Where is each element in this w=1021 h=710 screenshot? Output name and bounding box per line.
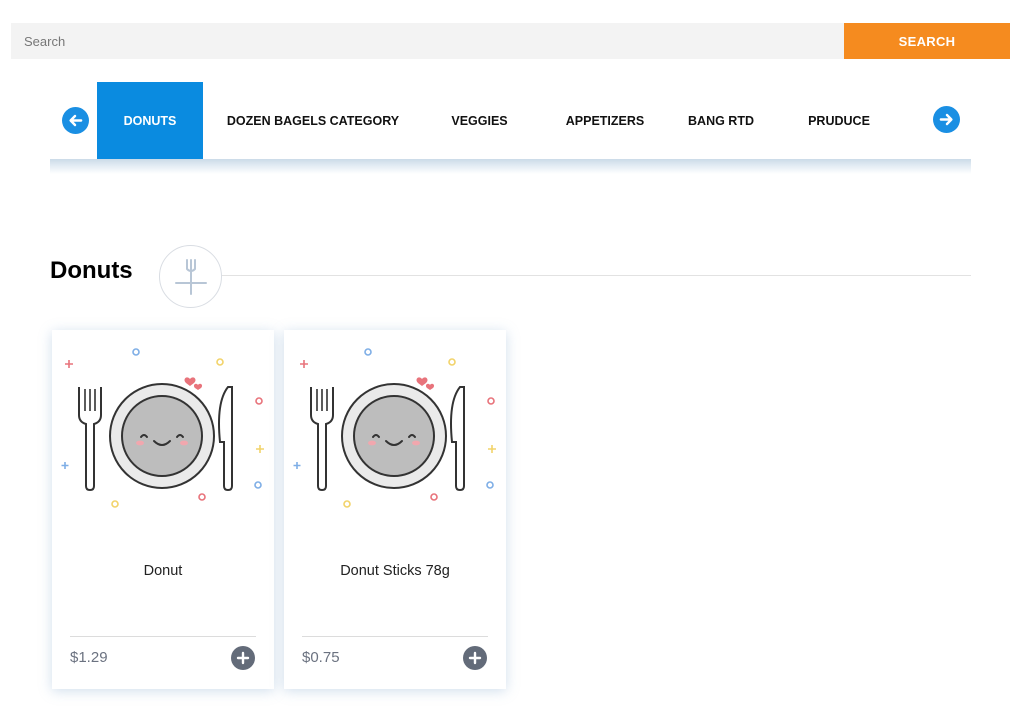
tab-veggies[interactable]: VEGGIES [442,82,517,159]
plate-placeholder-icon [284,342,506,522]
category-nav: DONUTS DOZEN BAGELS CATEGORY VEGGIES APP… [50,82,971,159]
tab-bang-rtd[interactable]: BANG RTD [681,82,761,159]
plate-placeholder-icon [52,342,274,522]
plus-icon[interactable] [463,646,487,670]
arrow-right-icon[interactable] [933,106,960,133]
product-price: $0.75 [302,649,340,666]
section-title: Donuts [50,257,133,284]
arrow-left-icon[interactable] [62,107,89,134]
product-name: Donut Sticks 78g [340,563,450,579]
card-divider [70,636,256,637]
category-nav-shadow [50,159,971,174]
product-name: Donut [143,563,183,579]
section-divider [220,275,971,276]
tab-pruduce[interactable]: PRUDUCE [800,82,878,159]
product-price: $1.29 [70,649,108,666]
product-card[interactable]: Donut Sticks 78g $0.75 [284,330,506,689]
search-input[interactable] [11,23,844,59]
plus-icon[interactable] [231,646,255,670]
tab-appetizers[interactable]: APPETIZERS [557,82,653,159]
search-bar: SEARCH [11,23,1010,59]
product-card[interactable]: Donut $1.29 [52,330,274,689]
search-button[interactable]: SEARCH [844,23,1010,59]
tab-dozen-bagels-category[interactable]: DOZEN BAGELS CATEGORY [225,82,401,159]
card-divider [302,636,488,637]
tab-donuts[interactable]: DONUTS [97,82,203,159]
fork-knife-icon [159,245,222,308]
